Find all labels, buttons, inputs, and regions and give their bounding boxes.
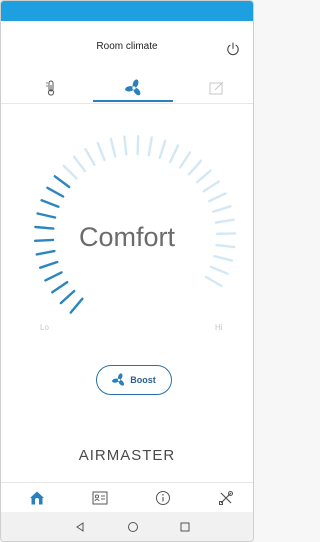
dial-tick-active bbox=[40, 199, 60, 208]
dial-tick bbox=[207, 192, 227, 203]
dial-tick bbox=[109, 137, 117, 158]
dial-tick bbox=[84, 147, 96, 166]
dial-tick bbox=[123, 135, 128, 156]
dial-tick-active bbox=[51, 280, 69, 294]
dial-tick bbox=[158, 139, 167, 159]
tools-icon bbox=[218, 491, 233, 505]
dial-tick-active bbox=[69, 297, 84, 314]
header: Room climate bbox=[1, 21, 253, 73]
tab-ventilation[interactable] bbox=[92, 73, 176, 103]
power-button[interactable] bbox=[225, 41, 241, 57]
dial-tick-active bbox=[39, 260, 59, 269]
edit-icon bbox=[209, 81, 224, 95]
app-frame: Room climate Comfort Lo Hi Boost AIRMAST… bbox=[0, 0, 254, 542]
home-circle-icon bbox=[128, 521, 138, 532]
system-recents-button[interactable] bbox=[160, 512, 210, 541]
power-icon bbox=[227, 42, 239, 56]
tab-bar bbox=[1, 73, 253, 103]
thermometer-icon bbox=[46, 80, 55, 96]
dial-tick bbox=[62, 164, 78, 180]
dial-tick bbox=[213, 254, 234, 262]
dial-tick-active bbox=[59, 289, 76, 305]
nav-info[interactable] bbox=[131, 483, 194, 513]
dial-tick-active bbox=[46, 186, 65, 198]
dial-tick bbox=[204, 275, 223, 288]
dial-tick bbox=[96, 142, 106, 162]
home-icon bbox=[29, 491, 44, 505]
dial-tick bbox=[147, 136, 154, 157]
nav-profile[interactable] bbox=[68, 483, 131, 513]
system-home-button[interactable] bbox=[108, 512, 158, 541]
back-icon bbox=[76, 521, 84, 532]
dial-tick-active bbox=[44, 271, 63, 282]
fan-icon bbox=[125, 79, 141, 96]
dial-tick bbox=[202, 180, 221, 193]
dial-tick-active bbox=[35, 249, 56, 256]
fan-level-dial[interactable] bbox=[1, 104, 253, 364]
info-icon bbox=[155, 491, 170, 505]
dial-tick bbox=[214, 218, 235, 224]
tab-temperature[interactable] bbox=[9, 73, 93, 103]
dial-tick bbox=[187, 159, 203, 176]
dial-tick bbox=[136, 134, 140, 156]
bottom-nav bbox=[1, 482, 253, 513]
dial-tick-active bbox=[33, 238, 55, 243]
id-card-icon bbox=[92, 491, 107, 505]
nav-settings[interactable] bbox=[194, 483, 253, 513]
dial-tick-active bbox=[36, 212, 57, 219]
dial-tick-active bbox=[34, 225, 55, 230]
dial-tick bbox=[212, 205, 232, 213]
boost-button[interactable]: Boost bbox=[96, 365, 172, 395]
dial-tick bbox=[168, 144, 180, 164]
dial-tick bbox=[215, 243, 236, 249]
dial-tick bbox=[72, 155, 87, 173]
system-nav-bar bbox=[1, 512, 253, 541]
active-tab-indicator bbox=[93, 100, 173, 102]
tab-notes[interactable] bbox=[175, 73, 253, 103]
brand-logo: AIRMASTER bbox=[78, 447, 176, 464]
dial-tick bbox=[178, 151, 192, 169]
system-back-button[interactable] bbox=[55, 512, 105, 541]
status-bar bbox=[1, 1, 253, 21]
dial-tick bbox=[209, 265, 229, 275]
dial-tick-active bbox=[53, 175, 71, 189]
page-title: Room climate bbox=[96, 41, 158, 52]
fan-icon bbox=[112, 373, 125, 386]
boost-label: Boost bbox=[130, 375, 156, 385]
recents-icon bbox=[180, 522, 190, 531]
dial-tick bbox=[195, 169, 212, 184]
nav-home[interactable] bbox=[5, 483, 68, 513]
